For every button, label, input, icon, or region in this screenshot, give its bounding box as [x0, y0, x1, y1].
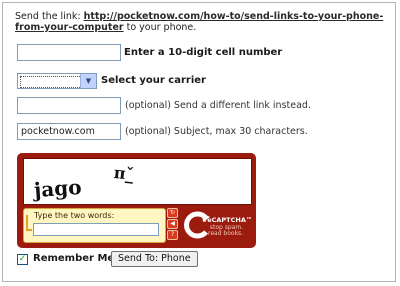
remember-me-checkbox[interactable]: ✓	[17, 254, 28, 265]
subject-label: (optional) Subject, max 30 characters.	[125, 126, 308, 137]
captcha-response-box: Type the two words:	[23, 208, 166, 243]
captcha-controls: ↻ ◀ ?	[167, 208, 178, 241]
cell-number-label: Enter a 10-digit cell number	[124, 47, 283, 58]
captcha-arrow-icon	[26, 215, 32, 231]
send-to-phone-button[interactable]: Send To: Phone	[111, 251, 198, 267]
cell-number-input[interactable]	[17, 44, 121, 61]
refresh-icon[interactable]: ↻	[167, 208, 178, 218]
intro-text: Send the link: http://pocketnow.com/how-…	[15, 11, 387, 33]
captcha-image: jago π_̌	[23, 158, 252, 205]
send-link-panel: Send the link: http://pocketnow.com/how-…	[2, 2, 396, 282]
captcha-words-image: jago π_̌	[31, 163, 135, 202]
alternate-link-label: (optional) Send a different link instead…	[125, 100, 311, 111]
captcha-prompt: Type the two words:	[34, 211, 115, 220]
carrier-selected-value	[20, 76, 82, 88]
recaptcha-widget: jago π_̌ Type the two words: ↻ ◀ ? reCAP…	[17, 153, 256, 248]
captcha-response-input[interactable]	[33, 223, 159, 236]
intro-suffix: to your phone.	[123, 22, 197, 33]
carrier-select[interactable]: ▼	[17, 73, 97, 89]
recaptcha-tagline: stop spam. read books.	[208, 225, 243, 237]
carrier-label: Select your carrier	[101, 75, 206, 86]
subject-input[interactable]	[17, 123, 121, 140]
remember-me-label: Remember Me	[33, 253, 115, 264]
alternate-link-input[interactable]	[17, 97, 121, 114]
captcha-word-2: π_̌	[113, 163, 135, 184]
help-icon[interactable]: ?	[167, 230, 178, 240]
audio-icon[interactable]: ◀	[167, 219, 178, 229]
captcha-word-1: jago	[31, 175, 82, 202]
chevron-down-icon[interactable]: ▼	[80, 74, 96, 88]
recaptcha-tagline-2: read books.	[208, 230, 244, 237]
intro-prefix: Send the link:	[15, 11, 84, 22]
recaptcha-logo: reCAPTCHA™ stop spam. read books.	[182, 208, 252, 242]
recaptcha-brand: reCAPTCHA™	[204, 216, 253, 224]
